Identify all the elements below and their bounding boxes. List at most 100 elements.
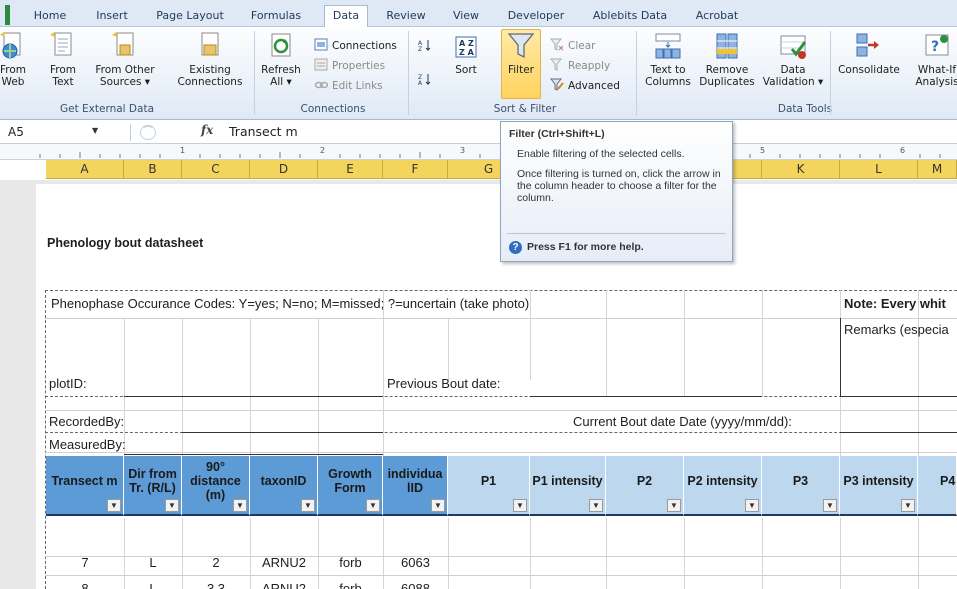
from-text-button[interactable]: From Text bbox=[48, 31, 78, 88]
gridline bbox=[448, 518, 449, 589]
header-dir-from-tr[interactable]: Dir from Tr. (R/L) ▼ bbox=[124, 456, 182, 516]
previous-bout-label[interactable]: Previous Bout date: bbox=[387, 376, 500, 391]
filter-dropdown-icon[interactable]: ▼ bbox=[366, 499, 380, 512]
gridline bbox=[318, 318, 319, 456]
data-validation-label-1: Data bbox=[780, 64, 806, 76]
ribbon-tab-bar: Home Insert Page Layout Formulas Data Re… bbox=[0, 0, 957, 28]
name-box-dropdown-icon[interactable]: ▼ bbox=[92, 126, 98, 135]
table-cell[interactable]: 2 bbox=[182, 555, 250, 570]
sort-descending-icon: ZA bbox=[418, 74, 431, 86]
note-cell[interactable]: Note: Every whit bbox=[844, 296, 946, 311]
file-tab-edge[interactable] bbox=[5, 5, 10, 25]
filter-dropdown-icon[interactable]: ▼ bbox=[233, 499, 247, 512]
header-individual-id[interactable]: individualID ▼ bbox=[383, 456, 448, 516]
name-box[interactable]: A5 bbox=[2, 123, 129, 142]
insert-function-icon[interactable]: fx bbox=[201, 123, 213, 137]
remarks-cell[interactable]: Remarks (especia bbox=[844, 322, 949, 337]
edit-links-button[interactable]: Edit Links bbox=[314, 78, 383, 94]
consolidate-button[interactable]: Consolidate bbox=[833, 31, 905, 76]
filter-dropdown-icon[interactable]: ▼ bbox=[901, 499, 915, 512]
connections-icon bbox=[314, 38, 328, 51]
tab-review[interactable]: Review bbox=[376, 6, 436, 27]
properties-button[interactable]: Properties bbox=[314, 58, 385, 74]
column-header-f[interactable]: F bbox=[383, 160, 448, 179]
text-to-columns-button[interactable]: Text to Columns bbox=[640, 31, 696, 88]
recorded-by-label[interactable]: RecordedBy: bbox=[49, 414, 124, 429]
column-header-l[interactable]: L bbox=[840, 160, 918, 179]
filter-dropdown-icon[interactable]: ▼ bbox=[513, 499, 527, 512]
header-p4[interactable]: P4 bbox=[918, 456, 957, 516]
tab-home[interactable]: Home bbox=[24, 6, 76, 27]
column-header-m[interactable]: M bbox=[918, 160, 957, 179]
filter-dropdown-icon[interactable]: ▼ bbox=[301, 499, 315, 512]
remove-duplicates-button[interactable]: Remove Duplicates bbox=[696, 31, 758, 88]
tab-acrobat[interactable]: Acrobat bbox=[686, 6, 748, 27]
existing-label-1: Existing bbox=[189, 64, 231, 76]
ruler-mark: 1 bbox=[180, 146, 186, 155]
what-if-label-1: What-If bbox=[917, 64, 957, 76]
header-taxon-id[interactable]: taxonID ▼ bbox=[250, 456, 318, 516]
refresh-all-button[interactable]: Refresh All ▾ bbox=[258, 31, 304, 88]
advanced-filter-button[interactable]: Advanced bbox=[550, 78, 620, 94]
current-bout-label[interactable]: Current Bout date Date (yyyy/mm/dd): bbox=[573, 414, 792, 429]
filter-button[interactable]: Filter bbox=[501, 31, 541, 76]
reapply-button[interactable]: Reapply bbox=[550, 58, 610, 74]
filter-dropdown-icon[interactable]: ▼ bbox=[431, 499, 445, 512]
sheet-title[interactable]: Phenology bout datasheet bbox=[47, 236, 203, 250]
header-growth-form[interactable]: Growth Form ▼ bbox=[318, 456, 383, 516]
header-90-distance[interactable]: 90° distance (m) ▼ bbox=[182, 456, 250, 516]
table-cell[interactable]: ARNU2 bbox=[250, 555, 318, 570]
header-p2-intensity[interactable]: P2 intensity ▼ bbox=[684, 456, 762, 516]
filter-dropdown-icon[interactable]: ▼ bbox=[165, 499, 179, 512]
phenophase-codes[interactable]: Phenophase Occurance Codes: Y=yes; N=no;… bbox=[51, 296, 529, 311]
plot-id-underline bbox=[124, 396, 383, 397]
column-header-a[interactable]: A bbox=[46, 160, 124, 179]
sort-dialog-icon: A ZZ A bbox=[455, 36, 477, 58]
header-p2[interactable]: P2 ▼ bbox=[606, 456, 684, 516]
column-header-c[interactable]: C bbox=[182, 160, 250, 179]
column-header-k[interactable]: K bbox=[762, 160, 840, 179]
measured-by-label[interactable]: MeasuredBy: bbox=[49, 437, 126, 452]
table-cell[interactable]: 7 bbox=[46, 555, 124, 570]
table-cell[interactable]: 6063 bbox=[383, 555, 448, 570]
plot-id-label[interactable]: plotID: bbox=[49, 376, 87, 391]
tab-page-layout[interactable]: Page Layout bbox=[146, 6, 234, 27]
data-validation-button[interactable]: Data Validation ▾ bbox=[760, 31, 826, 88]
clear-filter-button[interactable]: Clear bbox=[550, 38, 595, 54]
filter-dropdown-icon[interactable]: ▼ bbox=[589, 499, 603, 512]
sort-z-a-button[interactable]: ZA bbox=[418, 72, 436, 88]
tab-data[interactable]: Data bbox=[324, 5, 368, 28]
column-header-b[interactable]: B bbox=[124, 160, 182, 179]
column-header-e[interactable]: E bbox=[318, 160, 383, 179]
filter-dropdown-icon[interactable]: ▼ bbox=[823, 499, 837, 512]
column-header-d[interactable]: D bbox=[250, 160, 318, 179]
connections-button[interactable]: Connections bbox=[314, 38, 397, 54]
svg-text:Z A: Z A bbox=[459, 48, 475, 57]
header-p3[interactable]: P3 ▼ bbox=[762, 456, 840, 516]
tab-insert[interactable]: Insert bbox=[86, 6, 138, 27]
filter-dropdown-icon[interactable]: ▼ bbox=[107, 499, 121, 512]
filter-dropdown-icon[interactable]: ▼ bbox=[745, 499, 759, 512]
filter-dropdown-icon[interactable]: ▼ bbox=[667, 499, 681, 512]
sort-a-z-button[interactable]: AZ bbox=[418, 38, 436, 54]
sort-button[interactable]: A ZZ A Sort bbox=[446, 31, 486, 76]
gridline bbox=[448, 318, 449, 380]
gridline bbox=[530, 290, 531, 380]
tab-developer[interactable]: Developer bbox=[498, 6, 574, 27]
header-p3-intensity[interactable]: P3 intensity ▼ bbox=[840, 456, 918, 516]
reapply-icon bbox=[550, 58, 563, 71]
tab-formulas[interactable]: Formulas bbox=[242, 6, 310, 27]
header-transect-m[interactable]: Transect m ▼ bbox=[46, 456, 124, 516]
header-p1[interactable]: P1 ▼ bbox=[448, 456, 530, 516]
header-p1-intensity[interactable]: P1 intensity ▼ bbox=[530, 456, 606, 516]
existing-connections-button[interactable]: Existing Connections bbox=[172, 31, 248, 88]
from-other-sources-button[interactable]: From Other Sources ▾ bbox=[92, 31, 158, 88]
gridline bbox=[124, 318, 125, 456]
formula-input[interactable]: Transect m bbox=[229, 124, 298, 139]
what-if-analysis-button[interactable]: ? What-If Analysis bbox=[910, 31, 957, 88]
table-cell[interactable]: L bbox=[124, 555, 182, 570]
tab-ablebits-data[interactable]: Ablebits Data bbox=[582, 6, 678, 27]
table-cell[interactable]: forb bbox=[318, 555, 383, 570]
tab-view[interactable]: View bbox=[444, 6, 488, 27]
from-web-button[interactable]: From Web bbox=[0, 31, 30, 88]
